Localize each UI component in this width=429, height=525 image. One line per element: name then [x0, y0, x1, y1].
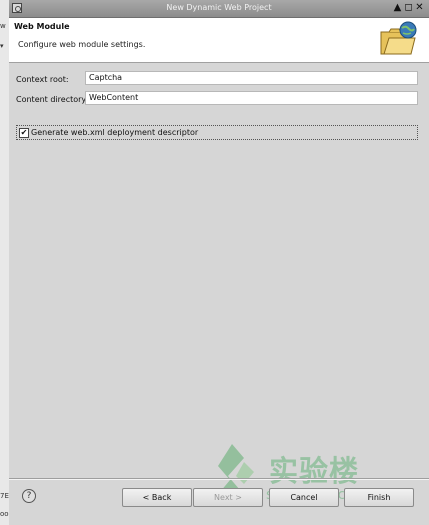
generate-descriptor-label[interactable]: Generate web.xml deployment descriptor	[31, 128, 198, 137]
background-window-char: 7E	[0, 492, 9, 500]
generate-descriptor-option[interactable]: ✔ Generate web.xml deployment descriptor	[16, 125, 418, 140]
screen: w ▾ 7E oo New Dynamic Web Project ▲ ◻ ✕ …	[0, 0, 429, 525]
content-directory-label: Content directory:	[16, 95, 89, 104]
wizard-banner: Web Module Configure web module settings…	[9, 18, 429, 63]
content-directory-input[interactable]: WebContent	[85, 91, 418, 105]
close-button[interactable]: ✕	[414, 2, 425, 14]
next-button[interactable]: Next >	[193, 488, 263, 507]
page-title: Web Module	[14, 22, 70, 31]
context-root-label: Context root:	[16, 75, 69, 84]
maximize-button[interactable]: ◻	[403, 2, 414, 14]
page-description: Configure web module settings.	[18, 40, 146, 49]
title-bar[interactable]: New Dynamic Web Project ▲ ◻ ✕	[9, 0, 429, 18]
help-button[interactable]: ?	[22, 489, 36, 503]
minimize-button[interactable]: ▲	[392, 2, 403, 14]
back-button[interactable]: < Back	[122, 488, 192, 507]
finish-button[interactable]: Finish	[344, 488, 414, 507]
web-project-folder-icon	[380, 21, 417, 55]
window-title: New Dynamic Web Project	[166, 3, 272, 12]
background-window-char: w	[0, 22, 6, 30]
generate-descriptor-checkbox[interactable]: ✔	[19, 128, 29, 138]
cancel-button[interactable]: Cancel	[269, 488, 339, 507]
button-bar-separator	[9, 478, 429, 480]
background-window-char: ▾	[0, 42, 4, 50]
new-dynamic-web-project-dialog: New Dynamic Web Project ▲ ◻ ✕ Web Module…	[9, 0, 429, 525]
background-window-char: oo	[0, 510, 9, 518]
watermark-text: 实验楼	[269, 454, 360, 488]
context-root-input[interactable]: Captcha	[85, 71, 418, 85]
